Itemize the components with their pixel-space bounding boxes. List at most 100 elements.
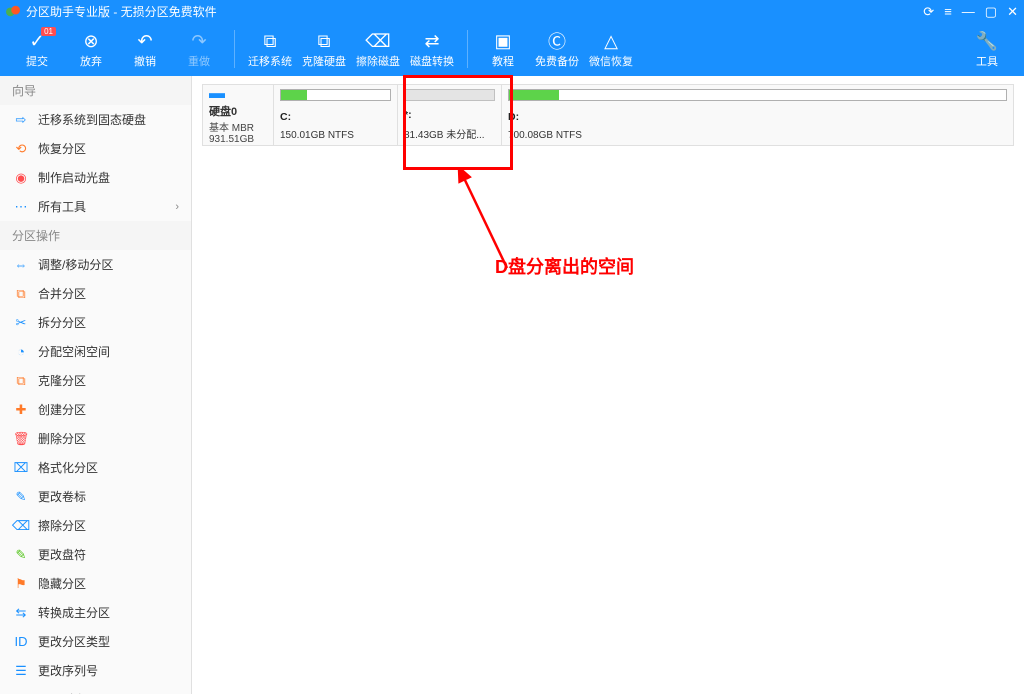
minimize-icon[interactable]: — [962, 5, 975, 18]
delete-icon: 🗑 [12, 431, 30, 447]
sidebar-item-label: 格式化分区 [38, 459, 179, 476]
discard-icon: ⊗ [83, 29, 98, 53]
disk-size: 931.51GB [209, 134, 254, 145]
letter-icon: ✎ [12, 547, 30, 563]
partition-letter: D: [508, 111, 1007, 123]
book-icon: ▣ [494, 29, 511, 53]
ops-item[interactable]: 🗑删除分区 [0, 424, 191, 453]
sidebar-item-label: 恢复分区 [38, 140, 179, 157]
sidebar-item-label: 更改盘符 [38, 546, 179, 563]
convert-disk-icon: ⇄ [424, 29, 439, 53]
partition-letter: *: [404, 109, 495, 121]
sidebar-item-label: 创建分区 [38, 401, 179, 418]
maximize-icon[interactable]: ▢ [985, 5, 997, 18]
window-title: 分区助手专业版 - 无损分区免费软件 [26, 3, 923, 20]
ops-item[interactable]: ⌫擦除分区 [0, 511, 191, 540]
sidebar-item-label: 擦除分区 [38, 517, 179, 534]
ops-item[interactable]: ✚ 创建分区 [0, 395, 191, 424]
wrench-icon: 🔧 [976, 29, 998, 53]
ops-item[interactable]: ⇆ 转换成主分区 [0, 598, 191, 627]
annotation-text: D盘分离出的空间 [495, 253, 634, 279]
ops-item[interactable]: ⧉克隆分区 [0, 366, 191, 395]
wipe-disk-button[interactable]: ⌫ 擦除磁盘 [351, 25, 405, 73]
migrate-button[interactable]: ⧉ 迁移系统 [243, 25, 297, 73]
titlebar: 分区助手专业版 - 无损分区免费软件 ⟳ ≡ — ▢ ✕ [0, 0, 1024, 22]
disk-row[interactable]: ▬ 硬盘0 基本 MBR 931.51GB C: 150.01GB NTFS *… [202, 84, 1014, 146]
ops-item[interactable]: ⧉合并分区 [0, 279, 191, 308]
disk-info: ▬ 硬盘0 基本 MBR 931.51GB [203, 85, 273, 145]
chevron-right-icon: › [175, 201, 179, 213]
sidebar-item-label: 迁移系统到固态硬盘 [38, 111, 179, 128]
sidebar-item-label: 所有工具 [38, 198, 175, 215]
ops-item[interactable]: ✎ 更改盘符 [0, 540, 191, 569]
sidebar: 向导 ⇨迁移系统到固态硬盘⟲恢复分区◉制作启动光盘⋯所有工具› 分区操作 ⇔调整… [0, 76, 192, 694]
commit-button[interactable]: ✓ 01 提交 [10, 25, 64, 73]
clone-disk-button[interactable]: ⧉ 克隆硬盘 [297, 25, 351, 73]
refresh-icon[interactable]: ⟳ [923, 5, 934, 18]
content-area: ▬ 硬盘0 基本 MBR 931.51GB C: 150.01GB NTFS *… [192, 76, 1024, 694]
disk-icon: ▬ [209, 85, 225, 103]
ops-item[interactable]: ⌧格式化分区 [0, 453, 191, 482]
ops-item[interactable]: ≡分区对齐 [0, 685, 191, 694]
sidebar-item-label: 拆分分区 [38, 314, 179, 331]
partition-detail: 150.01GB NTFS [280, 130, 391, 141]
clone-icon: ⧉ [12, 373, 30, 389]
partition-unallocated[interactable]: *: 81.43GB 未分配... [397, 85, 501, 145]
partition-detail: 81.43GB 未分配... [404, 126, 495, 141]
resize-icon: ⇔ [12, 257, 30, 273]
discard-button[interactable]: ⊗ 放弃 [64, 25, 118, 73]
app-icon [6, 4, 20, 18]
wizard-header: 向导 [0, 76, 191, 105]
sidebar-item-label: 制作启动光盘 [38, 169, 179, 186]
commit-badge: 01 [41, 27, 56, 36]
partition-bar [280, 89, 391, 101]
partition-bar [508, 89, 1007, 101]
partition-c[interactable]: C: 150.01GB NTFS [273, 85, 397, 145]
sidebar-item-label: 隐藏分区 [38, 575, 179, 592]
ops-item[interactable]: ◔ 分配空闲空间 [0, 337, 191, 366]
sidebar-item-label: 更改卷标 [38, 488, 179, 505]
ops-item[interactable]: ⇔ 调整/移动分区 [0, 250, 191, 279]
wizard-item[interactable]: ⟲ 恢复分区 [0, 134, 191, 163]
close-icon[interactable]: ✕ [1007, 5, 1018, 18]
sidebar-item-label: 合并分区 [38, 285, 179, 302]
allocate-icon: ◔ [12, 344, 30, 360]
partition-detail: 700.08GB NTFS [508, 130, 1007, 141]
split-icon: ✂ [12, 315, 30, 331]
wipe-disk-icon: ⌫ [365, 29, 390, 53]
undo-button[interactable]: ↶ 撤销 [118, 25, 172, 73]
wechat-icon: △ [604, 29, 618, 53]
annotation-arrow [457, 168, 517, 278]
ops-item[interactable]: ✎更改卷标 [0, 482, 191, 511]
sidebar-item-label: 调整/移动分区 [38, 256, 179, 273]
wizard-item[interactable]: ◉ 制作启动光盘 [0, 163, 191, 192]
hide-icon: ⚑ [12, 576, 30, 592]
sidebar-item-label: 转换成主分区 [38, 604, 179, 621]
dots-icon: ⋯ [12, 199, 30, 215]
sidebar-item-label: 分配空闲空间 [38, 343, 179, 360]
create-icon: ✚ [12, 402, 30, 418]
ops-item[interactable]: ⚑ 隐藏分区 [0, 569, 191, 598]
wizard-item[interactable]: ⋯ 所有工具› [0, 192, 191, 221]
recover-icon: ⟲ [12, 141, 30, 157]
wizard-item[interactable]: ⇨迁移系统到固态硬盘 [0, 105, 191, 134]
convert-disk-button[interactable]: ⇄ 磁盘转换 [405, 25, 459, 73]
ops-item[interactable]: ☰更改序列号 [0, 656, 191, 685]
disk-type: 基本 MBR [209, 119, 254, 134]
ops-item[interactable]: ✂ 拆分分区 [0, 308, 191, 337]
primary-icon: ⇆ [12, 605, 30, 621]
toolbar: ✓ 01 提交 ⊗ 放弃 ↶ 撤销 ↷ 重做 ⧉ 迁移系统 ⧉ 克隆硬盘 ⌫ 擦… [0, 22, 1024, 76]
toolbar-separator [234, 30, 235, 68]
bootdisc-icon: ◉ [12, 170, 30, 186]
ops-item[interactable]: ID更改分区类型 [0, 627, 191, 656]
wechat-button[interactable]: △ 微信恢复 [584, 25, 638, 73]
undo-icon: ↶ [137, 29, 152, 53]
clone-disk-icon: ⧉ [318, 29, 331, 53]
tutorial-button[interactable]: ▣ 教程 [476, 25, 530, 73]
menu-icon[interactable]: ≡ [944, 5, 952, 18]
sidebar-item-label: 更改序列号 [38, 662, 179, 679]
migrate-icon: ⧉ [264, 29, 277, 53]
backup-button[interactable]: Ⓒ 免费备份 [530, 25, 584, 73]
partition-d[interactable]: D: 700.08GB NTFS [501, 85, 1013, 145]
tools-button[interactable]: 🔧 工具 [960, 25, 1014, 73]
